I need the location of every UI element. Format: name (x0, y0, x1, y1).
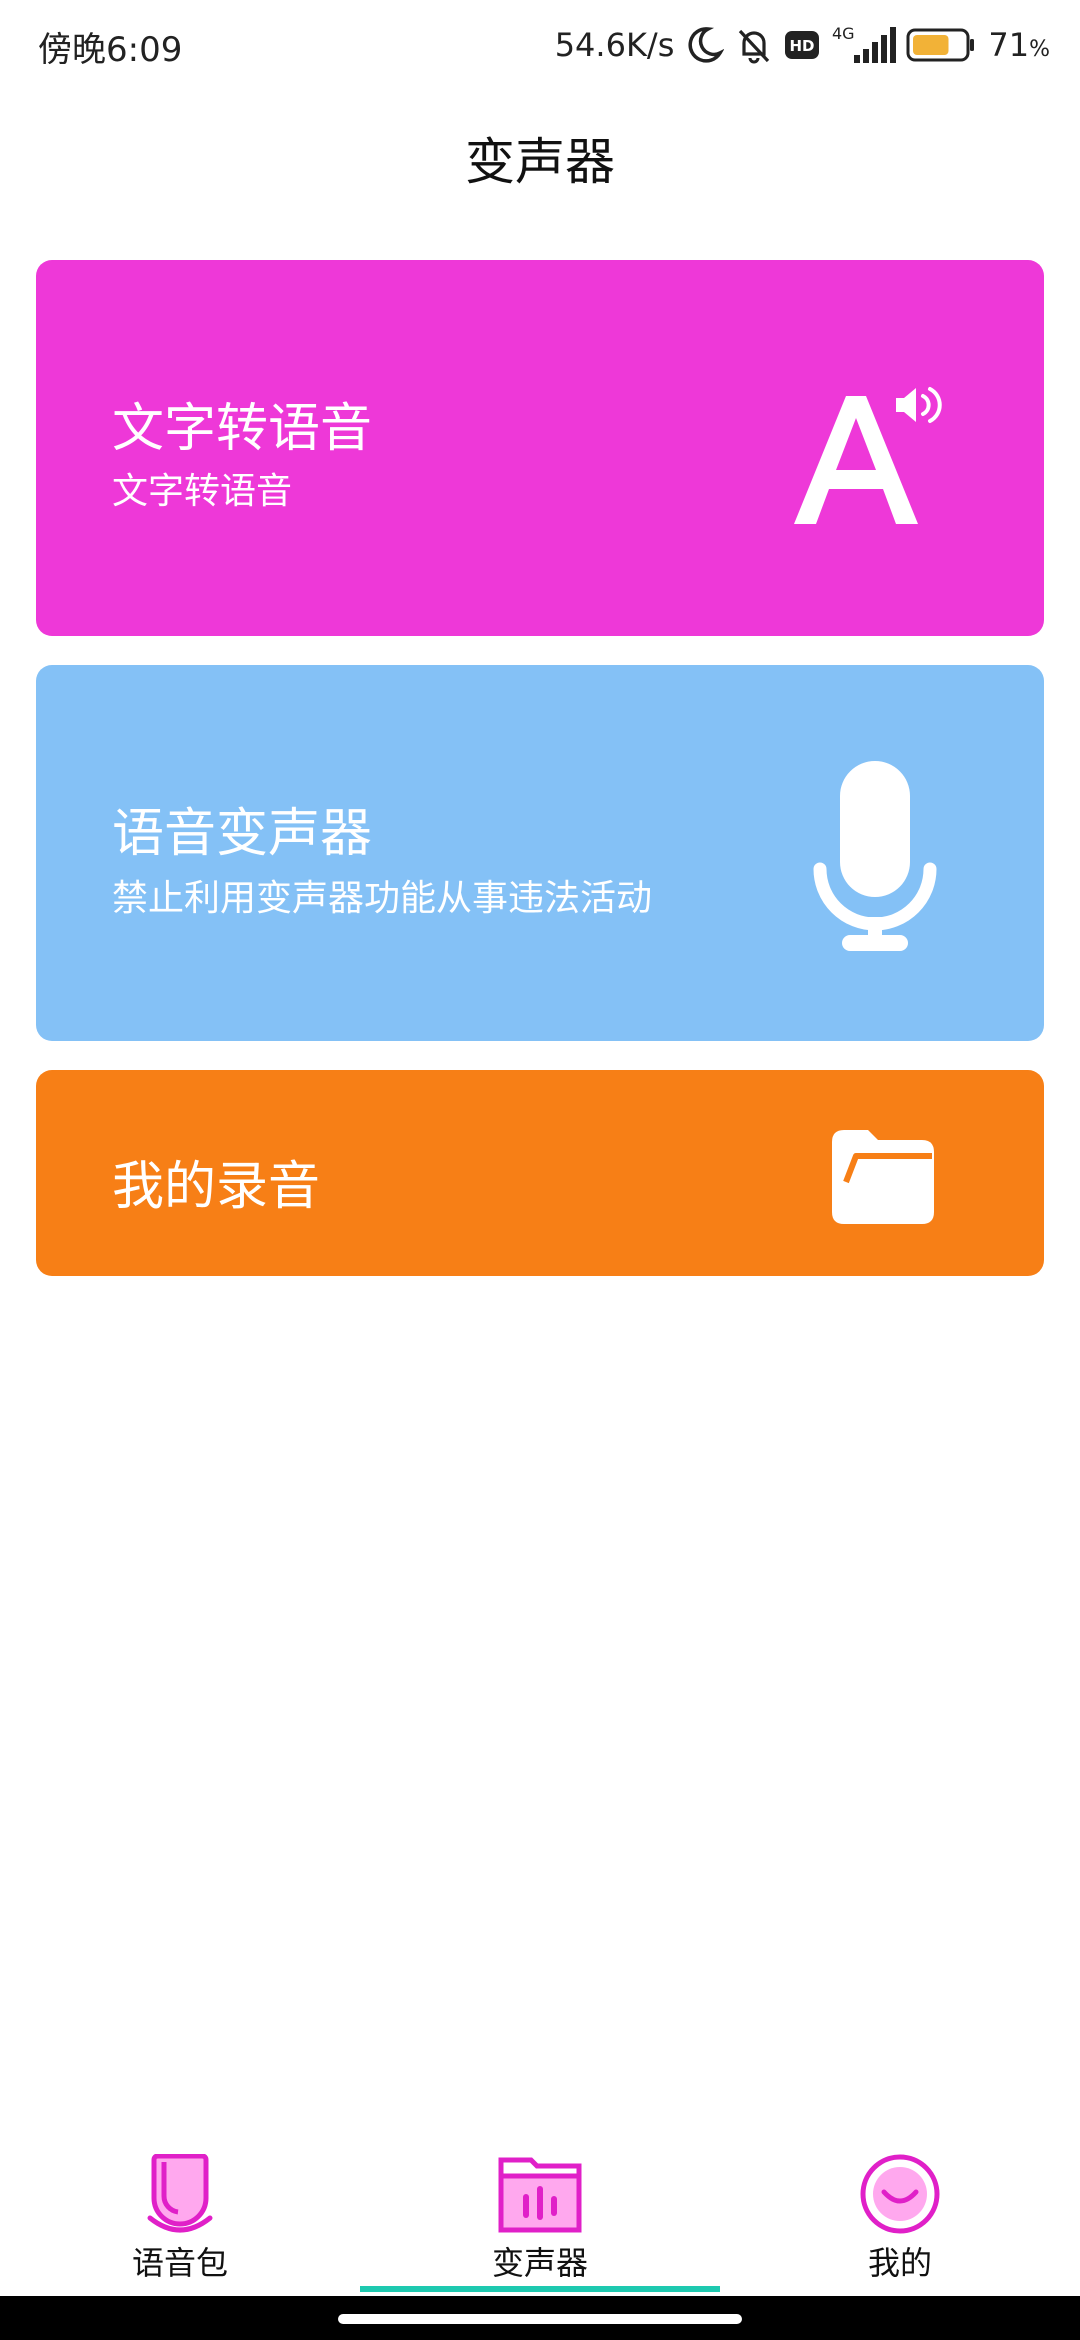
active-tab-indicator (360, 2286, 720, 2292)
signal-icon: 4G (832, 24, 897, 63)
voice-changer-card[interactable]: 语音变声器 禁止利用变声器功能从事违法活动 (36, 665, 1044, 1041)
tab-voice-pack[interactable]: 语音包 (0, 2154, 360, 2284)
battery-fill (913, 35, 949, 55)
microphone-icon (813, 761, 937, 951)
net-speed: 54.6K/s (554, 26, 675, 64)
tts-card-subtitle: 文字转语音 (112, 471, 293, 512)
tab-profile-label: 我的 (867, 2244, 932, 2282)
network-type: 4G (832, 24, 855, 43)
tab-profile[interactable]: 我的 (720, 2154, 1080, 2284)
recordings-card-title: 我的录音 (112, 1157, 321, 1217)
bell-muted-icon (739, 29, 770, 64)
status-time: 傍晚6:09 (38, 30, 183, 70)
battery-icon (906, 28, 975, 62)
hd-icon: HD (785, 31, 820, 59)
battery-percent-value: 71 (988, 26, 1030, 64)
voice-changer-card-title: 语音变声器 (112, 804, 373, 864)
folder-icon (832, 1130, 934, 1224)
profile-smile-icon (860, 2154, 940, 2234)
moon-icon (688, 27, 725, 63)
battery-percent: 71% (988, 26, 1050, 64)
home-gesture-handle[interactable] (338, 2314, 742, 2324)
status-icons: 54.6K/s HD 4G 71% (555, 18, 1050, 72)
tab-voice-changer-label: 变声器 (491, 2244, 588, 2282)
status-bar: 傍晚6:09 54.6K/s HD 4G 71% (0, 0, 1080, 90)
text-speaker-icon (794, 387, 942, 524)
tab-voice-pack-label: 语音包 (131, 2244, 228, 2282)
hd-label: HD (790, 37, 815, 55)
tts-card[interactable]: 文字转语音 文字转语音 (36, 260, 1044, 636)
voice-changer-icon (498, 2157, 582, 2233)
recordings-card[interactable]: 我的录音 (36, 1070, 1044, 1276)
voice-changer-card-subtitle: 禁止利用变声器功能从事违法活动 (112, 878, 653, 919)
page-title: 变声器 (465, 133, 615, 191)
bottom-nav: 语音包 变声器 我的 (0, 2140, 1080, 2292)
tab-voice-changer[interactable]: 变声器 (360, 2154, 720, 2284)
system-navigation-bar (0, 2296, 1080, 2340)
tts-card-title: 文字转语音 (112, 399, 373, 459)
voice-pack-icon (147, 2154, 213, 2233)
battery-percent-unit: % (1029, 37, 1050, 62)
